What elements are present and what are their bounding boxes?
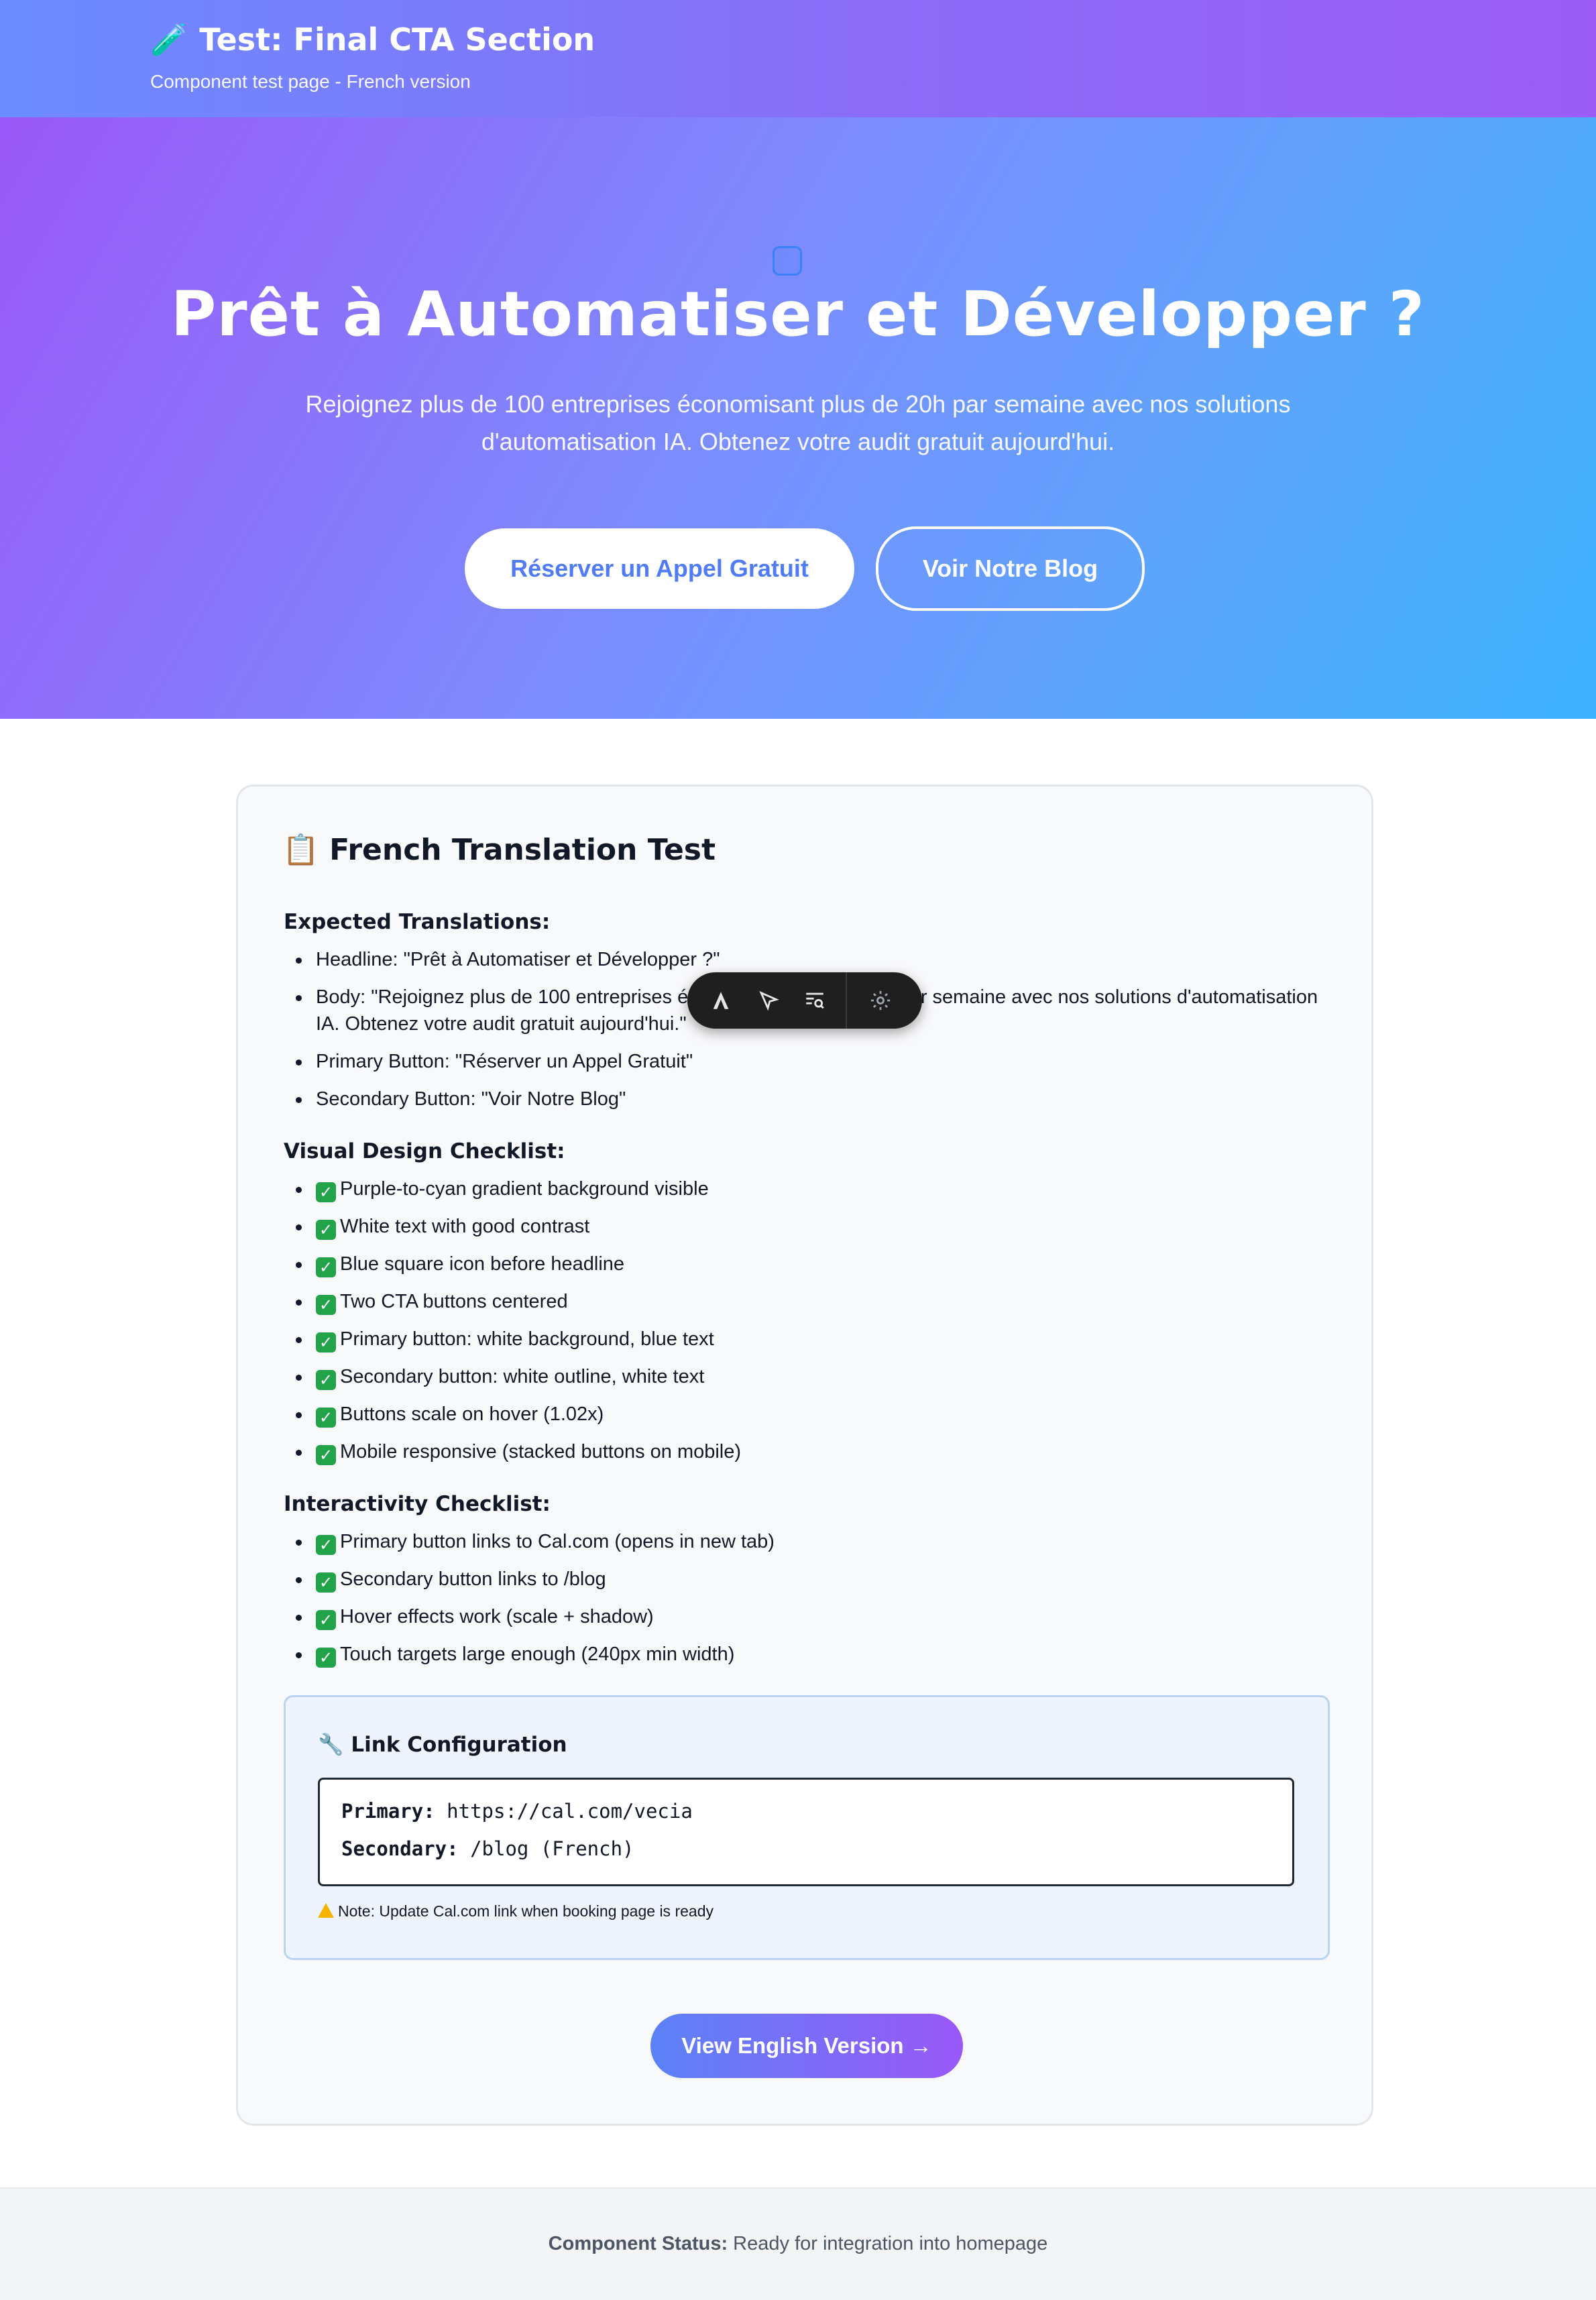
primary-link-row: Primary: https://cal.com/vecia xyxy=(341,1800,693,1823)
page-footer: Component Status: Ready for integration … xyxy=(0,2187,1596,2300)
config-note: Note: Update Cal.com link when booking p… xyxy=(318,1902,714,1920)
warning-icon xyxy=(318,1903,334,1918)
cursor-select-icon[interactable] xyxy=(754,987,781,1014)
list-item: ✓ Mobile responsive (stacked buttons on m… xyxy=(284,1438,1330,1465)
checkmark-icon: ✓ xyxy=(316,1535,336,1555)
checkmark-icon: ✓ xyxy=(316,1295,336,1315)
list-item: ✓ Hover effects work (scale + shadow) xyxy=(284,1603,1330,1630)
list-item: ✓ Two CTA buttons centered xyxy=(284,1288,1330,1315)
interactivity-checklist: ✓ Primary button links to Cal.com (opens … xyxy=(284,1528,1330,1678)
list-item: Headline: "Prêt à Automatiser et Dévelop… xyxy=(284,946,1330,973)
text-style-icon[interactable] xyxy=(707,987,734,1014)
page-subtitle: Component test page - French version xyxy=(150,71,471,92)
checkmark-icon: ✓ xyxy=(316,1648,336,1668)
cta-body-text: Rejoignez plus de 100 entreprises économ… xyxy=(305,390,1291,455)
secondary-link-row: Secondary: /blog (French) xyxy=(341,1837,634,1860)
view-blog-button[interactable]: Voir Notre Blog xyxy=(876,526,1145,611)
view-english-version-button[interactable]: View English Version → xyxy=(650,2014,963,2078)
list-item: ✓ Buttons scale on hover (1.02x) xyxy=(284,1401,1330,1428)
component-status: Component Status: Ready for integration … xyxy=(548,2233,1048,2254)
link-configuration-box: 🔧 Link Configuration Primary: https://ca… xyxy=(284,1695,1330,1960)
checkmark-icon: ✓ xyxy=(316,1332,336,1353)
list-item: ✓ Touch targets large enough (240px min w… xyxy=(284,1641,1330,1668)
list-item: Secondary Button: "Voir Notre Blog" xyxy=(284,1086,1330,1112)
checkmark-icon: ✓ xyxy=(316,1610,336,1630)
checkmark-icon: ✓ xyxy=(316,1182,336,1202)
page-header: 🧪 Test: Final CTA Section Component test… xyxy=(0,0,1596,117)
cta-hero-section: Prêt à Automatiser et Développer ? Rejoi… xyxy=(0,117,1596,719)
settings-gear-icon[interactable] xyxy=(867,987,894,1014)
list-item: ✓ Blue square icon before headline xyxy=(284,1251,1330,1277)
link-config-code-block: Primary: https://cal.com/vecia Secondary… xyxy=(318,1778,1294,1886)
list-item: ✓ White text with good contrast xyxy=(284,1213,1330,1240)
checkmark-icon: ✓ xyxy=(316,1445,336,1465)
page-title: 🧪 Test: Final CTA Section xyxy=(150,21,595,58)
list-item: ✓ Secondary button: white outline, white … xyxy=(284,1363,1330,1390)
square-icon xyxy=(773,246,802,276)
checkmark-icon: ✓ xyxy=(316,1407,336,1428)
checkmark-icon: ✓ xyxy=(316,1370,336,1390)
checkmark-icon: ✓ xyxy=(316,1257,336,1277)
inspect-icon[interactable] xyxy=(801,987,828,1014)
list-item: ✓ Purple-to-cyan gradient background visi… xyxy=(284,1175,1330,1202)
list-item: Primary Button: "Réserver un Appel Gratu… xyxy=(284,1048,1330,1075)
checkmark-icon: ✓ xyxy=(316,1220,336,1240)
link-configuration-title: 🔧 Link Configuration xyxy=(318,1733,567,1757)
list-item: ✓ Primary button: white background, blue … xyxy=(284,1326,1330,1353)
expected-translations-heading: Expected Translations: xyxy=(284,910,551,934)
cta-headline: Prêt à Automatiser et Développer ? xyxy=(170,278,1426,350)
card-title: 📋 French Translation Test xyxy=(282,833,716,867)
interactivity-checklist-heading: Interactivity Checklist: xyxy=(284,1492,551,1516)
toolbar-divider xyxy=(846,972,847,1029)
list-item: ✓ Primary button links to Cal.com (opens … xyxy=(284,1528,1330,1555)
book-free-call-button[interactable]: Réserver un Appel Gratuit xyxy=(465,528,854,609)
list-item: ✓ Secondary button links to /blog xyxy=(284,1566,1330,1593)
visual-checklist-heading: Visual Design Checklist: xyxy=(284,1139,565,1163)
floating-toolbar xyxy=(687,972,922,1029)
visual-checklist: ✓ Purple-to-cyan gradient background visi… xyxy=(284,1175,1330,1476)
checkmark-icon: ✓ xyxy=(316,1572,336,1593)
